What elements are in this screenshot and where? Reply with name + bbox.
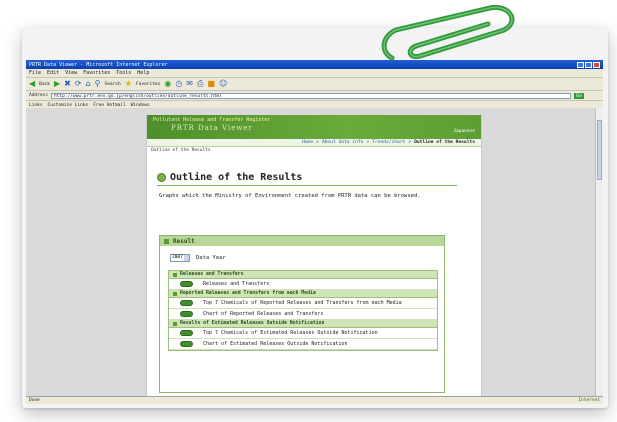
mail-icon[interactable]: ✉: [186, 80, 193, 88]
refresh-icon[interactable]: ⟳: [75, 80, 82, 88]
site-banner: Pollutant Release and Transfer Register …: [147, 115, 481, 139]
status-text: Done: [29, 398, 40, 403]
results-table: Releases and Transfers Releases and Tran…: [168, 270, 438, 351]
view-graph-icon[interactable]: [179, 330, 193, 336]
window-title: PRTR Data Viewer - Microsoft Internet Ex…: [29, 61, 168, 68]
breadcrumb: Home > About data info > Trends/chart > …: [147, 139, 481, 147]
table-row[interactable]: Top 7 Chemicals of Reported Releases and…: [169, 298, 437, 309]
stop-icon[interactable]: ✖: [64, 80, 71, 88]
links-label: Links: [29, 102, 43, 108]
menu-file[interactable]: File: [29, 70, 41, 76]
view-graph-icon[interactable]: [179, 281, 193, 287]
breadcrumb-trends[interactable]: Trends/chart: [372, 140, 405, 145]
view-graph-icon[interactable]: [179, 341, 193, 347]
menu-edit[interactable]: Edit: [47, 70, 59, 76]
media-icon[interactable]: ◉: [164, 80, 171, 88]
section-title: Results of Estimated Releases Outside No…: [180, 321, 325, 326]
table-row[interactable]: Releases and Transfers: [169, 279, 437, 290]
year-select[interactable]: 2007: [170, 254, 190, 262]
square-bullet-icon: [164, 238, 169, 244]
page-path: Outline of the Results: [147, 147, 481, 154]
go-button[interactable]: Go: [573, 92, 584, 99]
web-page: Pollutant Release and Transfer Register …: [146, 115, 482, 397]
year-label: Data Year: [196, 255, 226, 261]
maximize-button[interactable]: [585, 61, 592, 68]
view-graph-icon[interactable]: [179, 300, 193, 306]
results-panel: Result 2007 Data Year Releases and Trans…: [159, 235, 445, 393]
table-row[interactable]: Chart of Reported Releases and Transfers: [169, 309, 437, 320]
link-windows[interactable]: Windows: [131, 103, 150, 108]
heading-divider: [157, 185, 457, 186]
leaf-icon: [157, 173, 166, 182]
favorites-label[interactable]: Favorites: [136, 82, 160, 87]
paperclip-icon: [381, 4, 515, 61]
close-button[interactable]: [593, 61, 600, 68]
language-link[interactable]: Japanese: [453, 129, 475, 134]
link-customize[interactable]: Customize Links: [48, 103, 89, 108]
section-title: Reported Releases and Transfers from eac…: [180, 291, 316, 296]
back-icon[interactable]: ◀: [29, 80, 35, 88]
page-title: Outline of the Results: [170, 172, 303, 183]
breadcrumb-separator: >: [408, 140, 412, 145]
back-label[interactable]: Back: [39, 82, 50, 87]
address-label: Address: [29, 93, 48, 98]
page-heading: Outline of the Results: [157, 172, 481, 183]
search-icon[interactable]: ⚲: [95, 80, 101, 88]
status-bar: Done Internet: [26, 396, 603, 404]
breadcrumb-separator: >: [316, 140, 319, 145]
page-path-text: Outline of the Results: [151, 148, 211, 153]
year-row: 2007 Data Year: [170, 254, 444, 262]
breadcrumb-separator: >: [366, 140, 370, 145]
forward-icon[interactable]: ▶: [54, 80, 60, 88]
breadcrumb-current: Outline of the Results: [414, 140, 475, 145]
link-hotmail[interactable]: Free Hotmail: [93, 103, 126, 108]
square-bullet-icon: [173, 272, 177, 277]
browser-window: PRTR Data Viewer - Microsoft Internet Ex…: [26, 60, 603, 404]
search-label[interactable]: Search: [105, 82, 121, 87]
square-bullet-icon: [173, 321, 177, 326]
section-title: Releases and Transfers: [180, 272, 244, 277]
history-icon[interactable]: ◷: [175, 80, 182, 88]
section-header: Releases and Transfers: [169, 271, 437, 279]
banner-subtitle: Pollutant Release and Transfer Register: [153, 117, 271, 123]
menu-view[interactable]: View: [65, 70, 77, 76]
breadcrumb-about[interactable]: About data info: [322, 140, 364, 145]
table-row[interactable]: Chart of Estimated Releases Outside Noti…: [169, 339, 437, 350]
results-title: Result: [173, 237, 195, 245]
favorites-icon[interactable]: ★: [125, 80, 132, 88]
messenger-icon[interactable]: ☺: [219, 80, 227, 88]
page-viewport: Pollutant Release and Transfer Register …: [26, 108, 603, 397]
banner-title: PRTR Data Viewer: [171, 124, 253, 132]
security-zone: Internet: [578, 398, 600, 403]
row-label[interactable]: Chart of Estimated Releases Outside Noti…: [203, 340, 431, 349]
print-icon[interactable]: ⎙: [197, 80, 203, 88]
scroll-thumb[interactable]: [597, 120, 602, 180]
minimize-button[interactable]: [577, 61, 584, 68]
vertical-scrollbar[interactable]: [595, 108, 603, 396]
view-graph-icon[interactable]: [179, 311, 193, 317]
menu-tools[interactable]: Tools: [116, 70, 131, 76]
home-icon[interactable]: ⌂: [86, 80, 91, 88]
menu-favorites[interactable]: Favorites: [83, 70, 110, 76]
row-label[interactable]: Chart of Reported Releases and Transfers: [203, 310, 431, 319]
section-header: Reported Releases and Transfers from eac…: [169, 290, 437, 298]
section-header: Results of Estimated Releases Outside No…: [169, 320, 437, 328]
row-label[interactable]: Releases and Transfers: [203, 280, 431, 289]
results-header: Result: [160, 236, 444, 246]
square-bullet-icon: [173, 291, 177, 296]
row-label[interactable]: Top 7 Chemicals of Estimated Releases Ou…: [203, 329, 431, 338]
page-description: Graphs which the Ministry of Environment…: [159, 193, 421, 199]
breadcrumb-home[interactable]: Home: [302, 140, 313, 145]
table-row[interactable]: Top 7 Chemicals of Estimated Releases Ou…: [169, 328, 437, 339]
folder-icon[interactable]: ■: [207, 80, 215, 88]
row-label[interactable]: Top 7 Chemicals of Reported Releases and…: [203, 299, 431, 308]
menu-help[interactable]: Help: [137, 70, 149, 76]
